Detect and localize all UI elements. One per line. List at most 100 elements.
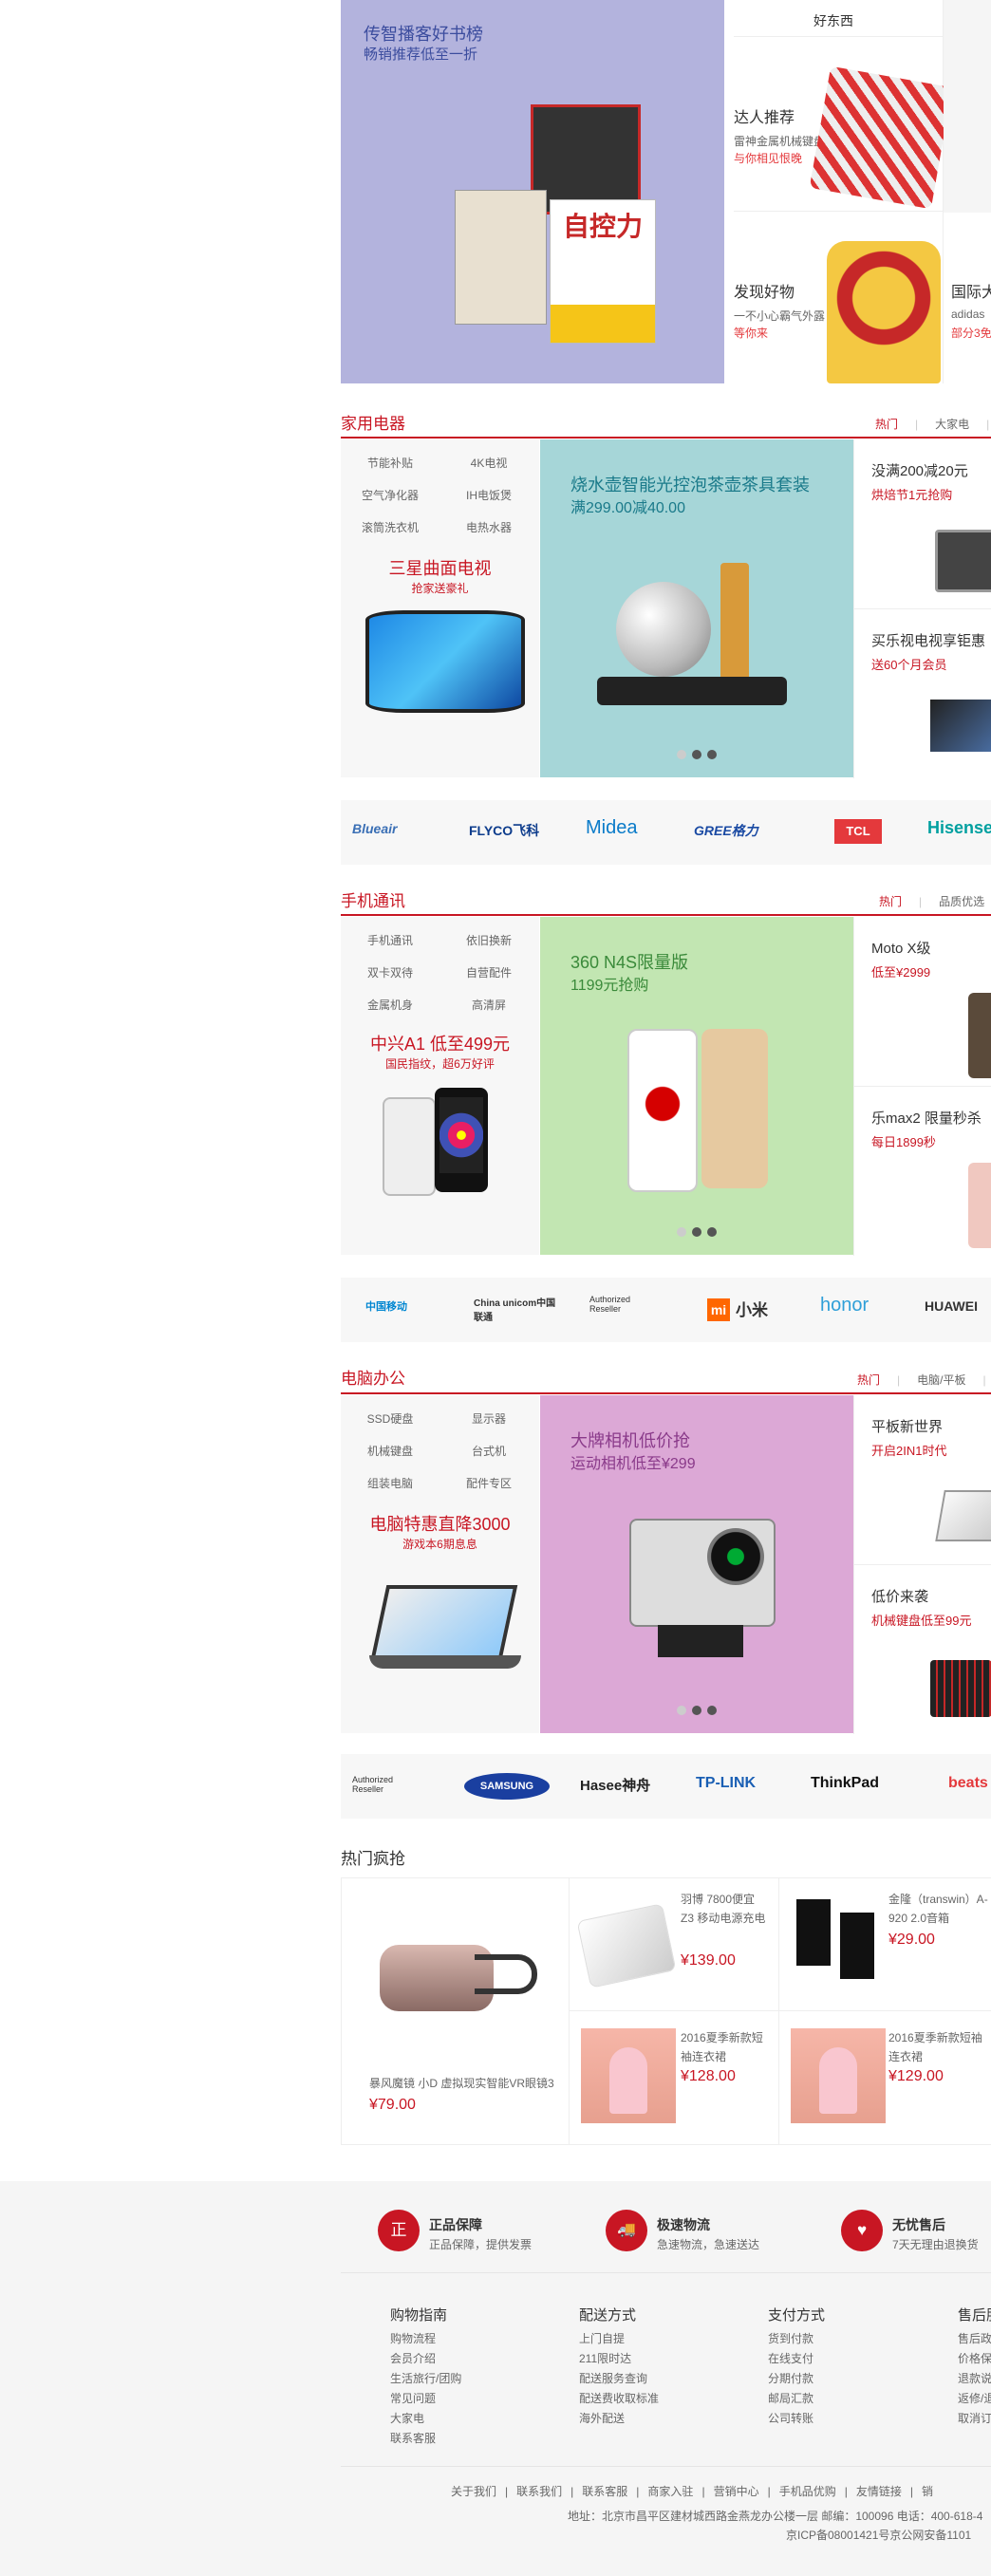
cat-link[interactable]: 显示器	[439, 1403, 538, 1435]
cat-link[interactable]: 自营配件	[439, 957, 538, 989]
footer-link[interactable]: 公司转账	[768, 2409, 813, 2429]
appliances-side-card-1[interactable]: 没满200减20元 烘焙节1元抢购	[853, 439, 991, 608]
footer-link[interactable]: 在线支付	[768, 2349, 813, 2369]
footer-nav-link[interactable]: 商家入驻	[647, 2485, 693, 2498]
cat-link[interactable]: SSD硬盘	[341, 1403, 439, 1435]
brand-logo[interactable]: honor	[820, 1295, 869, 1316]
hot-item[interactable]: 2016夏季新款短袖连衣裙 ¥128.00	[569, 2010, 781, 2145]
footer-link[interactable]: 返修/退	[958, 2389, 991, 2409]
footer-link[interactable]: 配送费收取标准	[579, 2389, 659, 2409]
hot-item-large[interactable]: 暴风魔镜 小D 虚拟现实智能VR眼镜3 ¥79.00	[341, 1877, 570, 2145]
brand-logo[interactable]: SAMSUNG	[464, 1773, 550, 1800]
brand-logo[interactable]: Midea	[586, 817, 637, 839]
hot-item[interactable]: 金隆（transwin）A-920 2.0音箱 ¥29.00	[778, 1877, 991, 2012]
curved-tv-image[interactable]	[365, 610, 525, 713]
hot-item-price: ¥79.00	[369, 2097, 416, 2113]
intl-card[interactable]: 国际大 adidas 部分3免	[944, 213, 991, 383]
footer-link[interactable]: 货到付款	[768, 2329, 813, 2349]
cat-link[interactable]: 金属机身	[341, 989, 439, 1021]
cat-link[interactable]: 台式机	[439, 1435, 538, 1467]
cat-link[interactable]: 节能补贴	[341, 447, 439, 479]
footer-link[interactable]: 配送服务查询	[579, 2369, 659, 2389]
footer-link[interactable]: 海外配送	[579, 2409, 659, 2429]
footer-nav-link[interactable]: 营销中心	[714, 2485, 759, 2498]
footer-link[interactable]: 大家电	[390, 2409, 461, 2429]
big-sub: 1199元抢购	[570, 978, 649, 994]
book-promo-banner[interactable]: 传智播客好书榜 畅销推荐低至一折 自控力	[341, 0, 724, 383]
phones-side-card-2[interactable]: 乐max2 限量秒杀 每日1899秒	[853, 1086, 991, 1256]
phones-side-card-1[interactable]: Moto X级 低至¥2999	[853, 917, 991, 1086]
talent-recommend-card[interactable]: 达人推荐 雷神金属机械键盘 与你相见恨晚	[724, 38, 953, 210]
footer-nav-link[interactable]: 友情链接	[856, 2485, 902, 2498]
brand-logo[interactable]: China unicom中国联通	[474, 1295, 559, 1323]
brand-logo[interactable]: Authorized Reseller	[589, 1295, 656, 1314]
footer-nav-link[interactable]: 关于我们	[451, 2485, 496, 2498]
brand-logo[interactable]: 中国移动	[365, 1298, 407, 1314]
brand-logo[interactable]: TCL	[834, 819, 882, 844]
footer-link[interactable]: 生活旅行/团购	[390, 2369, 461, 2389]
discover-card[interactable]: 发现好物 一不小心霸气外露 等你来	[724, 213, 943, 383]
brand-logo[interactable]: 小米	[736, 1297, 768, 1320]
feature-title[interactable]: 中兴A1 低至499元	[341, 1031, 539, 1055]
brand-logo[interactable]: ThinkPad	[811, 1775, 879, 1792]
phone-image[interactable]	[383, 1088, 496, 1202]
cat-link[interactable]: IH电饭煲	[439, 479, 538, 512]
speaker-image	[796, 1899, 882, 1985]
footer-nav-link[interactable]: 手机品优购	[779, 2485, 836, 2498]
tab-hot[interactable]: 热门	[879, 895, 902, 908]
tab-quality[interactable]: 品质优选	[939, 895, 984, 908]
cat-link[interactable]: 依旧换新	[439, 924, 538, 957]
footer-nav-link[interactable]: 联系客服	[582, 2485, 627, 2498]
computers-side-card-1[interactable]: 平板新世界 开启2IN1时代	[853, 1395, 991, 1564]
brand-logo[interactable]: Hisense	[927, 818, 991, 838]
brand-logo[interactable]: beats	[948, 1775, 988, 1792]
tab-pc-tablet[interactable]: 电脑/平板	[917, 1373, 965, 1387]
computers-side-card-2[interactable]: 低价来袭 机械键盘低至99元	[853, 1564, 991, 1734]
cat-link[interactable]: 空气净化器	[341, 479, 439, 512]
footer-link[interactable]: 邮局汇款	[768, 2389, 813, 2409]
cat-link[interactable]: 手机通讯	[341, 924, 439, 957]
tab-hot[interactable]: 热门	[857, 1373, 880, 1387]
feature-title[interactable]: 三星曲面电视	[341, 555, 539, 580]
cat-link[interactable]: 高清屏	[439, 989, 538, 1021]
appliances-side-card-2[interactable]: 买乐视电视享钜惠 送60个月会员	[853, 608, 991, 778]
footer-link[interactable]: 取消订	[958, 2409, 991, 2429]
footer-link[interactable]: 联系客服	[390, 2429, 461, 2449]
cat-link[interactable]: 双卡双待	[341, 957, 439, 989]
brand-logo[interactable]: GREE格力	[694, 821, 758, 840]
service-title: 无忧售后	[892, 2217, 945, 2232]
hot-item[interactable]: 羽博 7800便宜 Z3 移动电源充电 ¥139.00	[569, 1877, 781, 2012]
footer-nav-link[interactable]: 销	[922, 2485, 933, 2498]
laptop-image[interactable]	[369, 1585, 521, 1680]
brand-logo[interactable]: TP-LINK	[696, 1775, 756, 1792]
footer-link[interactable]: 购物流程	[390, 2329, 461, 2349]
cat-link[interactable]: 配件专区	[439, 1467, 538, 1500]
footer-link[interactable]: 价格保	[958, 2349, 991, 2369]
footer-link[interactable]: 211限时达	[579, 2349, 659, 2369]
footer-link[interactable]: 售后政	[958, 2329, 991, 2349]
dress-image	[581, 2028, 676, 2123]
brand-logo[interactable]: Authorized Reseller	[352, 1775, 419, 1794]
brand-logo[interactable]: HUAWEI	[925, 1298, 978, 1314]
phones-main-banner[interactable]: 360 N4S限量版 1199元抢购	[540, 917, 853, 1255]
footer-nav-link[interactable]: 联系我们	[516, 2485, 562, 2498]
hot-item[interactable]: 2016夏季新款短袖连衣裙 ¥129.00	[778, 2010, 991, 2145]
brand-logo[interactable]: Hasee神舟	[580, 1775, 650, 1795]
footer-link[interactable]: 上门自提	[579, 2329, 659, 2349]
footer-link[interactable]: 分期付款	[768, 2369, 813, 2389]
footer-link[interactable]: 常见问题	[390, 2389, 461, 2409]
tab-large-appliances[interactable]: 大家电	[935, 418, 969, 431]
cat-link[interactable]: 机械键盘	[341, 1435, 439, 1467]
cat-link[interactable]: 电热水器	[439, 512, 538, 544]
cat-link[interactable]: 4K电视	[439, 447, 538, 479]
brand-logo[interactable]: Blueair	[352, 821, 397, 836]
cat-link[interactable]: 组装电脑	[341, 1467, 439, 1500]
feature-title[interactable]: 电脑特惠直降3000	[341, 1511, 539, 1536]
computers-main-banner[interactable]: 大牌相机低价抢 运动相机低至¥299	[540, 1395, 853, 1733]
footer-link[interactable]: 退款说	[958, 2369, 991, 2389]
tab-hot[interactable]: 热门	[875, 418, 898, 431]
footer-link[interactable]: 会员介绍	[390, 2349, 461, 2369]
appliances-main-banner[interactable]: 烧水壶智能光控泡茶壶茶具套装 满299.00减40.00	[540, 439, 853, 777]
cat-link[interactable]: 滚筒洗衣机	[341, 512, 439, 544]
brand-logo[interactable]: FLYCO飞科	[469, 821, 539, 840]
